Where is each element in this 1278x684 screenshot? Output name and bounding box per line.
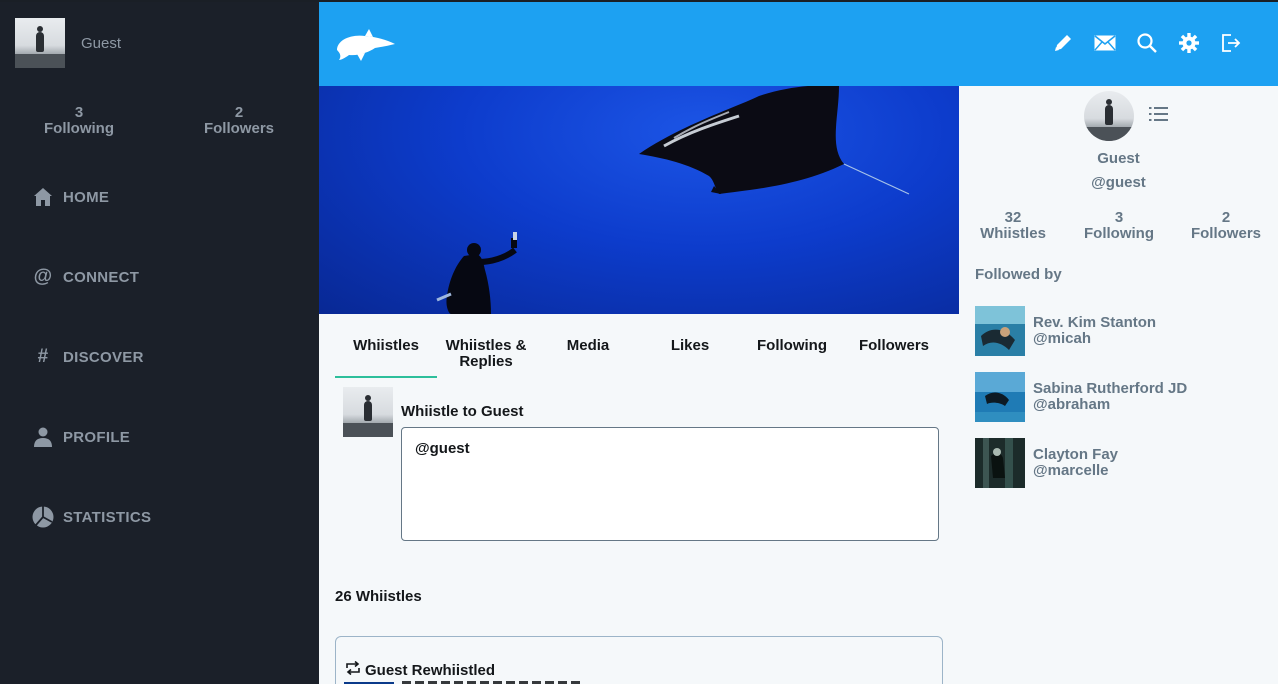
tab-following[interactable]: Following bbox=[741, 338, 843, 354]
follower-handle[interactable]: @marcelle bbox=[1033, 463, 1109, 479]
profile-following-stat[interactable]: 3 Following bbox=[1079, 210, 1159, 242]
sidebar-user-name[interactable]: Guest bbox=[81, 35, 121, 52]
tab-likes[interactable]: Likes bbox=[639, 338, 741, 354]
feed-item[interactable]: Guest Rewhiistled bbox=[335, 636, 943, 684]
follower-item[interactable]: Rev. Kim Stanton @micah bbox=[975, 306, 1275, 356]
search-icon[interactable] bbox=[1136, 32, 1158, 54]
tab-whiistles[interactable]: Whiistles bbox=[335, 338, 437, 378]
sidebar-following-stat[interactable]: 3 Following bbox=[39, 105, 119, 137]
following-label: Following bbox=[44, 120, 114, 137]
profile-panel: Guest @guest 32 Whiistles 3 Following 2 … bbox=[959, 86, 1278, 684]
followers-label: Followers bbox=[1190, 225, 1261, 242]
mail-icon[interactable] bbox=[1094, 32, 1116, 54]
compose-textarea[interactable] bbox=[401, 427, 939, 541]
at-icon: @ bbox=[33, 266, 53, 287]
whiistles-count: 32 bbox=[1004, 209, 1022, 226]
profile-whiistles-stat[interactable]: 32 Whiistles bbox=[973, 210, 1053, 242]
sidebar-item-connect[interactable]: @ CONNECT bbox=[32, 266, 139, 288]
follower-name[interactable]: Sabina Rutherford JD bbox=[1033, 381, 1187, 397]
avatar[interactable] bbox=[15, 18, 65, 68]
followers-label: Followers bbox=[203, 120, 274, 137]
sidebar-user[interactable]: Guest bbox=[15, 18, 121, 68]
sidebar-item-label: PROFILE bbox=[63, 428, 131, 446]
compose-avatar[interactable] bbox=[343, 387, 393, 437]
rewhiistle-icon bbox=[344, 660, 362, 679]
follower-item[interactable]: Clayton Fay @marcelle bbox=[975, 438, 1275, 488]
user-icon bbox=[32, 426, 54, 448]
profile-banner-image bbox=[319, 86, 959, 314]
sidebar-item-label: HOME bbox=[63, 188, 110, 206]
sidebar-item-statistics[interactable]: STATISTICS bbox=[32, 506, 151, 528]
sidebar-item-label: STATISTICS bbox=[63, 508, 152, 526]
followed-by-heading: Followed by bbox=[975, 266, 1062, 283]
pencil-icon[interactable] bbox=[1052, 32, 1074, 54]
follower-name[interactable]: Rev. Kim Stanton bbox=[1033, 315, 1156, 331]
sidebar-item-label: CONNECT bbox=[63, 268, 140, 286]
profile-name: Guest bbox=[1097, 150, 1140, 167]
follower-item[interactable]: Sabina Rutherford JD @abraham bbox=[975, 372, 1275, 422]
whiistles-label: Whiistles bbox=[980, 225, 1046, 242]
follower-handle[interactable]: @micah bbox=[1033, 331, 1091, 347]
profile-avatar[interactable] bbox=[1084, 91, 1134, 141]
list-icon[interactable] bbox=[1149, 106, 1171, 124]
sidebar-followers-stat[interactable]: 2 Followers bbox=[199, 105, 279, 137]
tab-media[interactable]: Media bbox=[537, 338, 639, 354]
following-label: Following bbox=[1084, 225, 1154, 242]
follower-name[interactable]: Clayton Fay bbox=[1033, 447, 1118, 463]
whale-logo[interactable] bbox=[335, 28, 397, 67]
sidebar-item-profile[interactable]: PROFILE bbox=[32, 426, 130, 448]
sidebar: Guest 3 Following 2 Followers HOME @ CON… bbox=[0, 2, 319, 684]
top-header bbox=[319, 2, 1278, 86]
follower-handle[interactable]: @abraham bbox=[1033, 397, 1110, 413]
hashtag-icon: # bbox=[37, 346, 49, 367]
sidebar-item-label: DISCOVER bbox=[63, 348, 144, 366]
home-icon bbox=[32, 186, 54, 208]
profile-followers-stat[interactable]: 2 Followers bbox=[1186, 210, 1266, 242]
rewhiistled-label: Guest Rewhiistled bbox=[344, 660, 496, 679]
follower-avatar[interactable] bbox=[975, 438, 1025, 488]
gear-icon[interactable] bbox=[1178, 32, 1200, 54]
rewhiistled-text: Guest Rewhiistled bbox=[365, 661, 496, 679]
followers-count: 2 bbox=[1221, 209, 1231, 226]
following-count: 3 bbox=[74, 104, 84, 121]
compose-title: Whiistle to Guest bbox=[401, 403, 524, 420]
follower-avatar[interactable] bbox=[975, 372, 1025, 422]
following-count: 3 bbox=[1114, 209, 1124, 226]
logout-icon[interactable] bbox=[1220, 32, 1242, 54]
sidebar-item-discover[interactable]: # DISCOVER bbox=[32, 346, 144, 368]
whiistle-count: 26 Whiistles bbox=[335, 588, 422, 605]
tab-followers[interactable]: Followers bbox=[843, 338, 945, 354]
tab-whiistles-replies[interactable]: Whiistles & Replies bbox=[435, 338, 537, 370]
follower-avatar[interactable] bbox=[975, 306, 1025, 356]
followers-count: 2 bbox=[234, 104, 244, 121]
sidebar-item-home[interactable]: HOME bbox=[32, 186, 109, 208]
pie-chart-icon bbox=[32, 506, 54, 528]
profile-tabs: Whiistles Whiistles & Replies Media Like… bbox=[335, 338, 943, 378]
profile-handle: @guest bbox=[1091, 174, 1146, 191]
